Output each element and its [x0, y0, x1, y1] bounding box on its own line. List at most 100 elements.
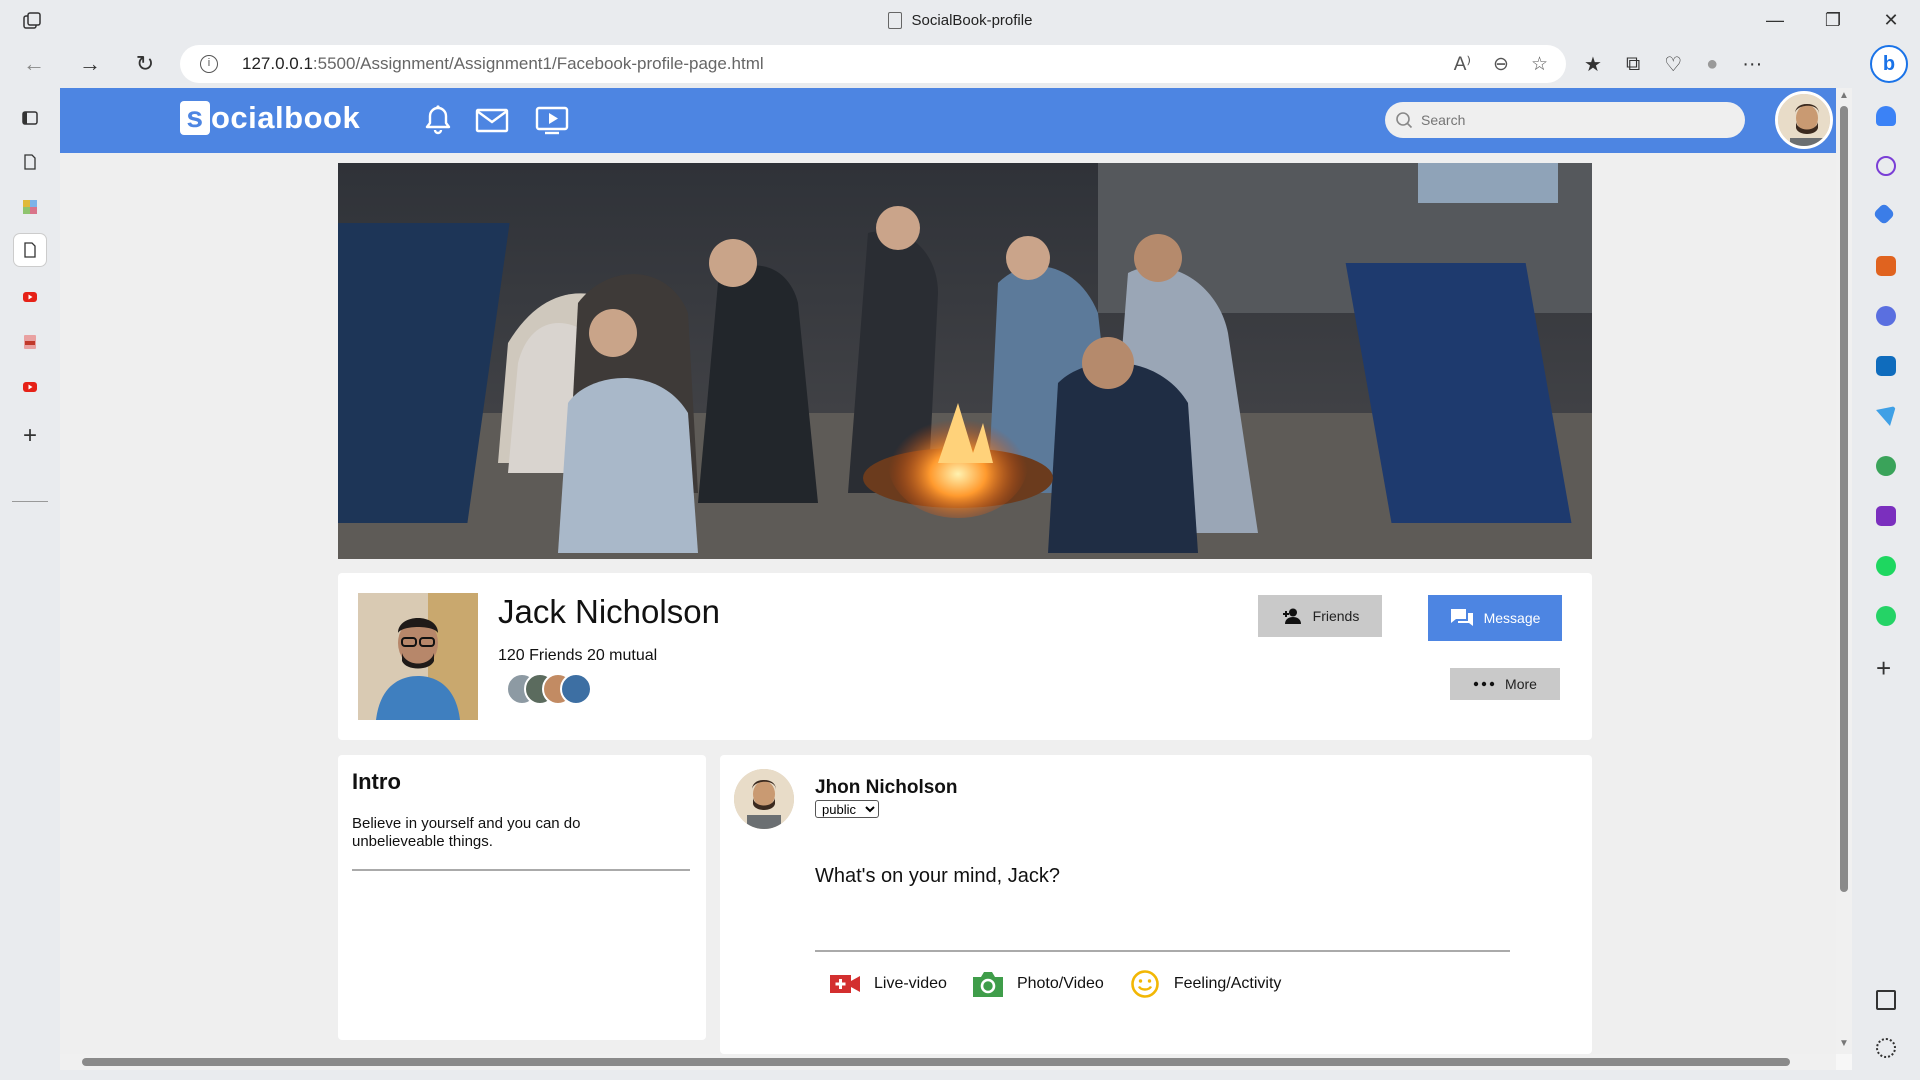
close-window-button[interactable]: ✕: [1862, 0, 1920, 40]
bell-icon[interactable]: [420, 102, 456, 138]
horizontal-scrollbar[interactable]: [60, 1054, 1836, 1070]
video-icon[interactable]: [534, 102, 570, 138]
vertical-scrollbar[interactable]: ▲ ▼: [1836, 88, 1852, 1054]
url-field[interactable]: i 127.0.0.1:5500/Assignment/Assignment1/…: [180, 45, 1566, 83]
smiley-icon: [1131, 970, 1159, 998]
photo-video-button[interactable]: Photo/Video: [972, 971, 1104, 997]
tab-page-icon[interactable]: [14, 146, 46, 178]
create-post-card: Jhon Nicholson public What's on your min…: [720, 755, 1592, 1054]
onenote-sidebar-icon[interactable]: [1876, 506, 1896, 526]
post-divider: [815, 950, 1510, 952]
more-button-label: More: [1505, 676, 1537, 692]
outlook-sidebar-icon[interactable]: [1876, 356, 1896, 376]
refresh-button[interactable]: ↻: [127, 46, 163, 82]
vertical-tabs-rail: +: [0, 88, 60, 1080]
whatsapp-sidebar-icon[interactable]: [1876, 606, 1896, 626]
feeling-activity-label: Feeling/Activity: [1173, 975, 1282, 992]
horizontal-scroll-thumb[interactable]: [82, 1058, 1790, 1066]
profile-card: Jack Nicholson 120 Friends 20 mutual Fri…: [338, 573, 1592, 740]
intro-text: Believe in yourself and you can do unbel…: [352, 815, 581, 850]
more-dots-icon: [1473, 681, 1495, 687]
site-info-icon[interactable]: i: [200, 55, 218, 73]
new-tab-icon[interactable]: +: [14, 420, 46, 452]
site-header: s ocialbook: [60, 88, 1836, 153]
chat-icon: [1450, 609, 1473, 626]
sidebar-settings-icon[interactable]: [1876, 1038, 1896, 1058]
live-video-icon: [830, 975, 860, 993]
search-bar[interactable]: [1385, 102, 1745, 138]
games-sidebar-icon[interactable]: [1876, 456, 1896, 476]
settings-menu-icon[interactable]: ···: [1742, 53, 1762, 76]
address-toolbar: ← → ↻ i 127.0.0.1:5500/Assignment/Assign…: [0, 40, 1920, 88]
message-button-label: Message: [1483, 610, 1541, 626]
send-sidebar-icon[interactable]: [1876, 406, 1896, 426]
tab-current-page-icon[interactable]: [14, 234, 46, 266]
live-video-button[interactable]: Live-video: [830, 973, 947, 995]
tab-youtube-icon[interactable]: [14, 281, 46, 313]
intro-title: Intro: [352, 769, 401, 794]
zoom-out-icon[interactable]: ⊖: [1493, 53, 1509, 76]
read-aloud-icon[interactable]: A⁾: [1454, 53, 1471, 76]
collections-icon[interactable]: ⧉: [1626, 53, 1640, 76]
post-prompt[interactable]: What's on your mind, Jack?: [815, 865, 1060, 888]
spotify-sidebar-icon[interactable]: [1876, 556, 1896, 576]
forward-button[interactable]: →: [72, 46, 108, 82]
friends-button-label: Friends: [1312, 608, 1360, 624]
search-sidebar-icon[interactable]: [1876, 156, 1896, 176]
photo-video-label: Photo/Video: [1016, 975, 1104, 992]
user-avatar[interactable]: [1775, 91, 1833, 149]
mail-icon[interactable]: [474, 102, 510, 138]
url-host: 127.0.0.1: [242, 54, 313, 73]
search-input[interactable]: [1421, 102, 1721, 138]
search-icon: [1396, 112, 1413, 129]
minimize-button[interactable]: —: [1746, 0, 1804, 40]
maximize-button[interactable]: ❐: [1804, 0, 1862, 40]
tab-actions-icon[interactable]: [14, 102, 46, 134]
favorite-star-icon[interactable]: ☆: [1531, 53, 1548, 76]
tab-pdf-icon[interactable]: [14, 326, 46, 358]
feeling-activity-button[interactable]: Feeling/Activity: [1130, 969, 1282, 999]
privacy-select[interactable]: public: [815, 800, 879, 818]
copilot-sidebar-icon[interactable]: [1876, 306, 1896, 326]
intro-card: Intro Believe in yourself and you can do…: [338, 755, 706, 1040]
scroll-up-arrow[interactable]: ▲: [1839, 90, 1849, 101]
socialbook-logo[interactable]: s ocialbook: [180, 98, 360, 138]
friends-count: 120 Friends 20 mutual: [498, 647, 658, 664]
tab-colorful-icon[interactable]: [14, 191, 46, 223]
tab-youtube-2-icon[interactable]: [14, 371, 46, 403]
live-video-label: Live-video: [874, 975, 947, 992]
profile-name: Jack Nicholson: [498, 593, 720, 630]
more-button[interactable]: More: [1450, 668, 1560, 700]
post-author-avatar[interactable]: [734, 769, 794, 829]
add-sidebar-app-icon[interactable]: +: [1876, 655, 1891, 681]
add-friend-icon: [1282, 608, 1301, 624]
profile-picture[interactable]: [358, 593, 478, 720]
url-text[interactable]: 127.0.0.1:5500/Assignment/Assignment1/Fa…: [242, 45, 764, 83]
friend-avatar[interactable]: [560, 673, 592, 705]
mutual-friends-avatars[interactable]: [506, 673, 592, 707]
browser-essentials-icon[interactable]: ♡: [1664, 52, 1682, 77]
page-viewport: s ocialbook Search Jack Nicholson 120 Fr…: [60, 88, 1836, 1054]
page-icon: [887, 11, 902, 29]
tools-sidebar-icon[interactable]: [1876, 256, 1896, 276]
window-bottom-edge: [0, 1070, 1920, 1080]
message-button[interactable]: Message: [1428, 595, 1562, 641]
split-screen-icon[interactable]: [1876, 990, 1896, 1010]
cover-photo: [338, 163, 1592, 559]
post-author-name: Jhon Nicholson: [815, 777, 958, 798]
edge-sidebar: +: [1852, 88, 1920, 1080]
rail-divider: [12, 501, 48, 502]
back-button[interactable]: ←: [16, 46, 52, 82]
active-tab[interactable]: SocialBook-profile: [0, 0, 1920, 40]
tab-title-text: SocialBook-profile: [911, 11, 1033, 29]
friends-button[interactable]: Friends: [1258, 595, 1382, 637]
shopping-sidebar-icon[interactable]: [1872, 202, 1896, 226]
scroll-down-arrow[interactable]: ▼: [1839, 1038, 1849, 1049]
favorites-icon[interactable]: ★: [1584, 52, 1602, 77]
profile-icon[interactable]: ●: [1706, 53, 1718, 76]
vertical-scroll-thumb[interactable]: [1840, 106, 1848, 892]
intro-divider: [352, 869, 690, 871]
notifications-sidebar-icon[interactable]: [1876, 106, 1896, 126]
camera-icon: [972, 972, 1003, 997]
copilot-icon[interactable]: b: [1870, 45, 1908, 83]
